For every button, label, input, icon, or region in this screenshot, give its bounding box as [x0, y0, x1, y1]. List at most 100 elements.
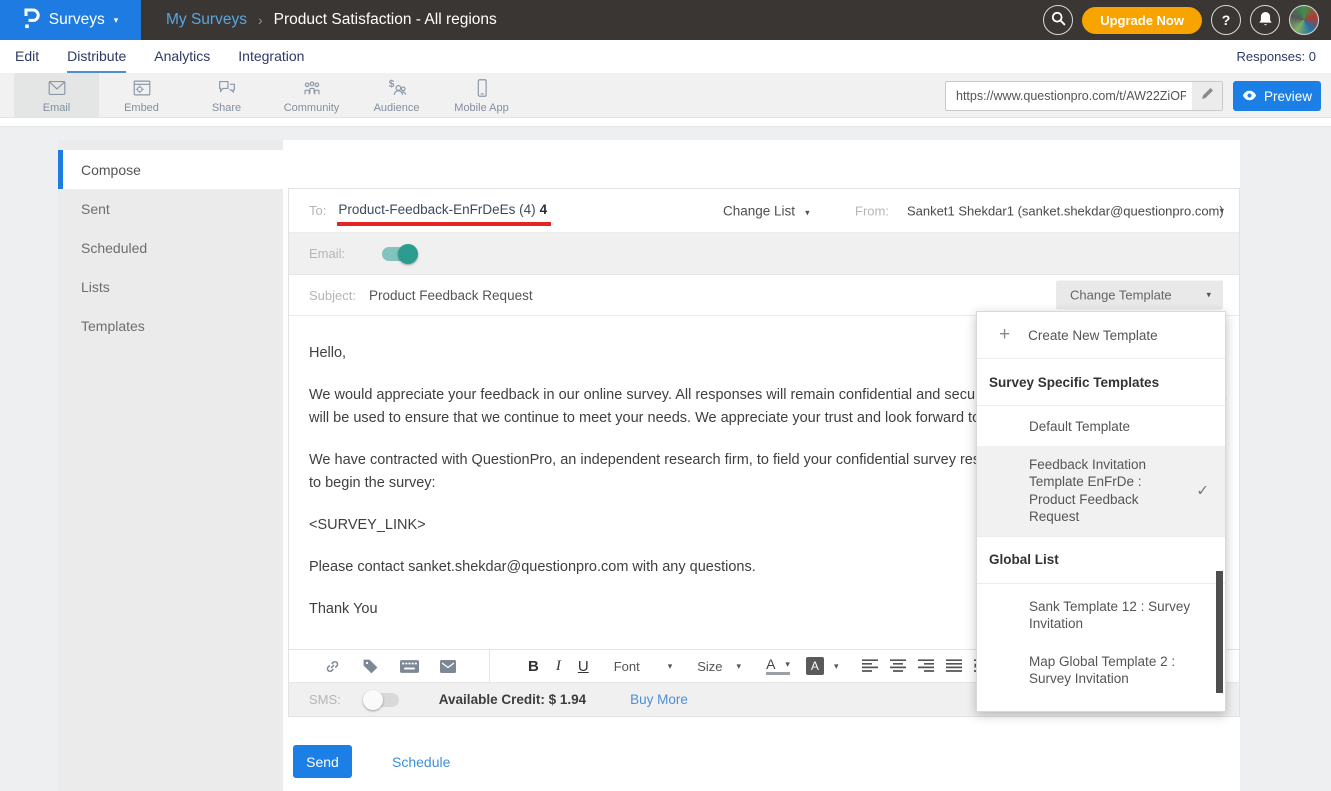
toggle-knob	[363, 690, 383, 710]
embed-icon	[130, 77, 154, 99]
email-sidebar: Compose Sent Scheduled Lists Templates	[58, 140, 283, 791]
sidebar-item-scheduled[interactable]: Scheduled	[58, 228, 283, 267]
channel-label: Mobile App	[454, 102, 508, 114]
sidebar-item-lists[interactable]: Lists	[58, 267, 283, 306]
size-dropdown-label: Size	[697, 659, 722, 674]
buy-more-link[interactable]: Buy More	[630, 692, 688, 707]
channel-label: Embed	[124, 102, 159, 114]
survey-url-input[interactable]	[945, 81, 1223, 111]
font-family-dropdown[interactable]: Font ▾	[614, 659, 673, 674]
subject-row: Subject: Product Feedback Request Change…	[289, 275, 1239, 315]
menu-item-map-global-template-2[interactable]: Map Global Template 2 : Survey Invitatio…	[977, 648, 1225, 688]
eye-icon	[1242, 89, 1257, 104]
chevron-down-icon[interactable]: ▾	[1219, 205, 1224, 216]
pencil-icon	[1201, 87, 1214, 105]
questionpro-logo-icon	[23, 6, 40, 35]
sidebar-item-templates[interactable]: Templates	[58, 306, 283, 345]
send-actions: Send Schedule	[293, 745, 450, 778]
menu-item-feedback-invitation-template[interactable]: Feedback Invitation Template EnFrDe : Pr…	[977, 446, 1225, 537]
send-button[interactable]: Send	[293, 745, 352, 778]
chevron-down-icon: ▾	[785, 657, 790, 672]
bold-button[interactable]: B	[528, 658, 539, 675]
menu-item-test-global-test-g[interactable]: Test Global Test G : Test PAA G	[977, 703, 1225, 713]
schedule-link[interactable]: Schedule	[392, 754, 450, 770]
menu-item-create-new-template[interactable]: + Create New Template	[977, 312, 1225, 359]
menu-scrollbar[interactable]	[1216, 571, 1223, 693]
global-template-list: Sank Template 12 : Survey Invitation Map…	[977, 584, 1225, 713]
questionpro-app: Surveys ▾ My Surveys › Product Satisfact…	[0, 0, 1331, 791]
chevron-down-icon: ▾	[1206, 290, 1211, 301]
sms-label: SMS:	[309, 692, 341, 707]
subject-label: Subject:	[309, 288, 356, 303]
edit-url-button[interactable]	[1192, 82, 1222, 110]
surveys-product-menu[interactable]: Surveys ▾	[0, 0, 141, 40]
channel-tab-share[interactable]: Share	[184, 73, 269, 117]
text-color-button[interactable]: A ▾	[766, 657, 790, 675]
background-color-button[interactable]: A ▾	[806, 657, 839, 675]
survey-url-bar	[945, 81, 1223, 111]
chevron-down-icon: ▾	[114, 16, 119, 25]
subject-value[interactable]: Product Feedback Request	[369, 288, 533, 303]
menu-section-survey-specific: Survey Specific Templates	[977, 359, 1225, 406]
change-list-dropdown[interactable]: Change List▾	[723, 203, 810, 218]
align-justify-icon[interactable]	[946, 659, 962, 673]
align-left-icon[interactable]	[862, 659, 878, 673]
channel-tab-community[interactable]: Community	[269, 73, 354, 117]
chevron-down-icon: ▾	[737, 661, 742, 672]
user-avatar[interactable]	[1289, 5, 1319, 35]
community-icon	[300, 77, 324, 99]
email-toggle[interactable]	[382, 247, 416, 261]
underline-button[interactable]: U	[578, 658, 589, 675]
tab-distribute[interactable]: Distribute	[67, 40, 126, 73]
align-center-icon[interactable]	[890, 659, 906, 673]
change-template-dropdown[interactable]: Change Template ▾	[1056, 281, 1223, 310]
align-right-icon[interactable]	[918, 659, 934, 673]
plus-icon: +	[999, 324, 1010, 346]
email-template-button[interactable]	[440, 660, 456, 673]
menu-item-sank-template-12[interactable]: Sank Template 12 : Survey Invitation	[977, 593, 1225, 633]
audience-icon: $	[385, 77, 409, 99]
keyboard-shortcuts-button[interactable]	[400, 660, 419, 673]
breadcrumb-survey-title: Product Satisfaction - All regions	[274, 11, 497, 29]
header-actions: Upgrade Now ?	[1043, 5, 1331, 35]
background-color-label: A	[806, 657, 824, 675]
channel-tab-audience[interactable]: $ Audience	[354, 73, 439, 117]
chevron-down-icon: ▾	[668, 661, 673, 672]
channel-label: Share	[212, 102, 241, 114]
from-sender-value[interactable]: Sanket1 Shekdar1 (sanket.shekdar@questio…	[907, 203, 1224, 218]
help-button[interactable]: ?	[1211, 5, 1241, 35]
channel-label: Community	[284, 102, 340, 114]
channel-tab-email[interactable]: Email	[14, 73, 99, 117]
notifications-button[interactable]	[1250, 5, 1280, 35]
tab-edit[interactable]: Edit	[15, 40, 39, 73]
italic-button[interactable]: I	[556, 658, 561, 675]
upgrade-now-button[interactable]: Upgrade Now	[1082, 7, 1202, 34]
font-size-dropdown[interactable]: Size ▾	[697, 659, 741, 674]
selected-template-label: Feedback Invitation Template EnFrDe : Pr…	[1029, 457, 1146, 525]
check-icon: ✓	[1196, 482, 1209, 500]
change-template-label: Change Template	[1070, 288, 1172, 303]
tab-analytics[interactable]: Analytics	[154, 40, 210, 73]
merge-tag-button[interactable]	[362, 658, 379, 675]
breadcrumb: My Surveys › Product Satisfaction - All …	[166, 11, 497, 29]
to-list-name: Product-Feedback-EnFrDeEs (4)	[338, 202, 535, 217]
sms-toggle[interactable]	[365, 693, 399, 707]
sidebar-item-sent[interactable]: Sent	[58, 189, 283, 228]
survey-nav: Edit Distribute Analytics Integration Re…	[0, 40, 1331, 73]
text-color-label: A	[766, 657, 775, 672]
tab-integration[interactable]: Integration	[238, 40, 304, 73]
channel-tab-embed[interactable]: Embed	[99, 73, 184, 117]
breadcrumb-my-surveys[interactable]: My Surveys	[166, 11, 247, 29]
create-new-template-label: Create New Template	[1028, 328, 1158, 343]
email-toggle-row: Email:	[289, 233, 1239, 275]
email-icon	[45, 77, 69, 99]
preview-button[interactable]: Preview	[1233, 81, 1321, 111]
channel-tab-mobile-app[interactable]: Mobile App	[439, 73, 524, 117]
to-row: To: Product-Feedback-EnFrDeEs (4)4 Chang…	[289, 189, 1239, 233]
sidebar-item-compose[interactable]: Compose	[58, 150, 283, 189]
to-list-value[interactable]: Product-Feedback-EnFrDeEs (4)4	[337, 195, 551, 226]
insert-link-button[interactable]	[324, 658, 341, 675]
menu-item-default-template[interactable]: Default Template	[977, 406, 1225, 446]
search-button[interactable]	[1043, 5, 1073, 35]
toggle-knob	[398, 244, 418, 264]
